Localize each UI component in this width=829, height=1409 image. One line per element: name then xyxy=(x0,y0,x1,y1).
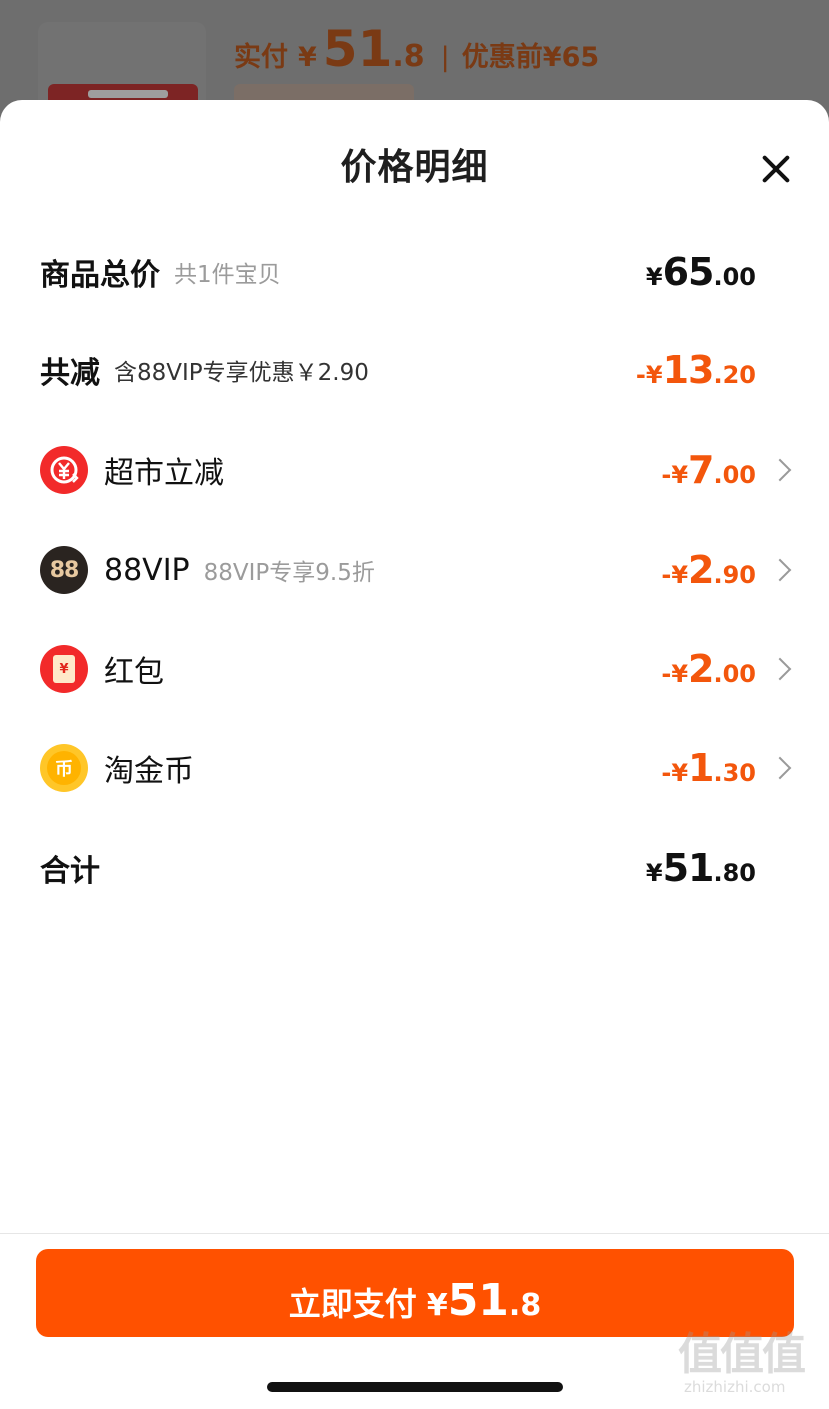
row-supermarket-discount[interactable]: 超市立减 -¥ 7.00 xyxy=(40,440,800,500)
bg-original-price: 优惠前¥65 xyxy=(461,42,600,73)
row-total-price: 商品总价 共1件宝贝 ¥65.00 xyxy=(40,250,756,294)
footer-divider xyxy=(0,1233,829,1234)
total-discount-amount: -¥ 13.20 xyxy=(635,348,756,392)
row-88vip[interactable]: 88 88VIP 88VIP专享9.5折 -¥ 2.90 xyxy=(40,540,800,600)
chevron-right-icon[interactable] xyxy=(768,657,792,681)
close-icon[interactable] xyxy=(756,150,796,190)
row-red-packet[interactable]: ¥ 红包 -¥ 2.00 xyxy=(40,639,800,699)
row-taojinbi[interactable]: 币 淘金币 -¥ 1.30 xyxy=(40,738,800,798)
chevron-right-icon[interactable] xyxy=(768,756,792,780)
red-packet-amount: -¥ 2.00 xyxy=(661,647,756,691)
red-packet-icon: ¥ xyxy=(40,645,88,693)
88vip-amount: -¥ 2.90 xyxy=(661,548,756,592)
total-price-amount: ¥65.00 xyxy=(645,250,756,294)
row-total-discount: 共减 含88VIP专享优惠￥2.90 -¥ 13.20 xyxy=(40,348,756,392)
chevron-right-icon[interactable] xyxy=(768,558,792,582)
taojinbi-amount: -¥ 1.30 xyxy=(661,746,756,790)
background-price: 实付 ¥ 51 .8 | 优惠前¥65 xyxy=(234,20,600,78)
taojinbi-coin-icon: 币 xyxy=(40,744,88,792)
row-sum: 合计 ¥51.80 xyxy=(40,846,756,890)
chevron-right-icon[interactable] xyxy=(768,458,792,482)
watermark-logo: 值值值 zhizhizhi.com xyxy=(678,1329,806,1396)
sum-amount: ¥51.80 xyxy=(645,846,756,890)
sheet-title: 价格明细 xyxy=(340,147,489,188)
home-indicator xyxy=(267,1382,563,1392)
price-detail-sheet: 价格明细 商品总价 共1件宝贝 ¥65.00 共减 含88VIP专享优惠￥2.9… xyxy=(0,100,829,1409)
bg-price-label: 实付 xyxy=(234,42,288,73)
supermarket-discount-amount: -¥ 7.00 xyxy=(661,448,756,492)
supermarket-discount-icon xyxy=(40,446,88,494)
88vip-icon: 88 xyxy=(40,546,88,594)
